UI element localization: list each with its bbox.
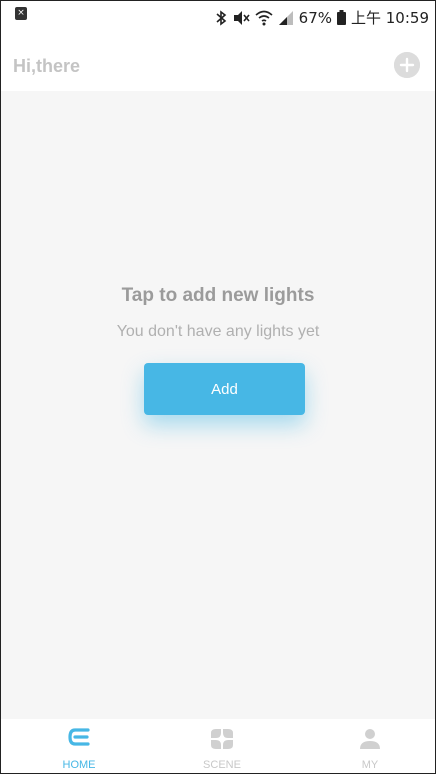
status-time: 上午 10:59: [351, 9, 429, 27]
mute-icon: [233, 10, 250, 25]
app-screen: × 67% 上午 10:59 Hi,there Tap to add new l…: [0, 0, 436, 774]
empty-state-title: Tap to add new lights: [121, 285, 315, 306]
tab-home-label: HOME: [62, 759, 96, 771]
tab-scene-label: SCENE: [203, 759, 241, 771]
add-lights-button[interactable]: Add: [144, 363, 305, 415]
tab-home[interactable]: HOME: [29, 719, 129, 773]
plus-circle-icon: [394, 52, 420, 78]
tab-scene[interactable]: SCENE: [172, 719, 272, 773]
main-content: Tap to add new lights You don't have any…: [1, 91, 435, 719]
add-device-button[interactable]: [394, 52, 420, 78]
home-e-icon: [68, 728, 90, 746]
status-icons: 67% 上午 10:59: [216, 7, 429, 28]
empty-state-subtitle: You don't have any lights yet: [116, 323, 320, 340]
close-box-icon: ×: [15, 7, 27, 20]
wifi-icon: [255, 10, 273, 25]
battery-icon: [337, 10, 346, 25]
battery-percentage: 67%: [298, 8, 332, 27]
person-icon: [359, 728, 381, 750]
greeting-title: Hi,there: [13, 56, 81, 76]
tab-my[interactable]: MY: [320, 719, 420, 773]
signal-icon: [278, 10, 293, 25]
bottom-tab-bar: HOME SCENE MY: [1, 719, 435, 773]
status-bar: × 67% 上午 10:59: [1, 1, 435, 35]
tab-my-label: MY: [361, 759, 379, 771]
scene-grid-icon: [210, 728, 234, 750]
app-header: Hi,there: [1, 35, 435, 91]
bluetooth-icon: [216, 9, 226, 26]
